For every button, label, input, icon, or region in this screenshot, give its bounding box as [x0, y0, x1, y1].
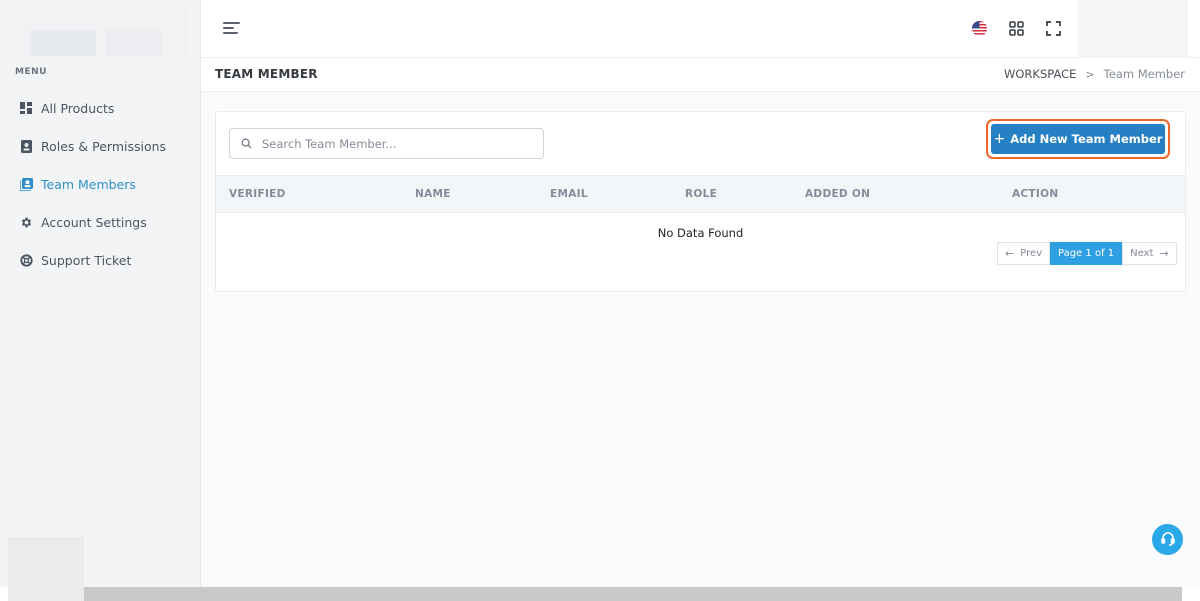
table-header: VERIFIED NAME EMAIL ROLE ADDED ON ACTION — [216, 175, 1185, 213]
sidebar-item-team-members[interactable]: Team Members — [0, 165, 200, 203]
headset-icon — [1160, 530, 1176, 550]
menu-toggle-icon[interactable] — [223, 19, 243, 37]
team-member-card: + Add New Team Member VERIFIED NAME EMAI… — [215, 111, 1186, 292]
sidebar-footer-image — [8, 537, 84, 601]
gear-icon — [19, 215, 33, 229]
breadcrumb-separator: > — [1085, 67, 1095, 81]
support-chat-button[interactable] — [1152, 524, 1183, 555]
search-icon — [241, 134, 252, 153]
prev-page-button[interactable]: ← Prev — [997, 242, 1051, 265]
column-header-action: ACTION — [1012, 188, 1059, 200]
grid-icon — [19, 101, 33, 115]
column-header-name: NAME — [415, 188, 451, 200]
column-header-verified: VERIFIED — [229, 188, 286, 200]
sidebar-item-support-ticket[interactable]: Support Ticket — [0, 241, 200, 279]
arrow-right-icon: → — [1159, 247, 1169, 260]
column-header-email: EMAIL — [550, 188, 588, 200]
sidebar-item-label: Team Members — [41, 176, 136, 192]
pagination: ← Prev Page 1 of 1 Next → — [997, 242, 1177, 265]
sidebar-item-account-settings[interactable]: Account Settings — [0, 203, 200, 241]
logo[interactable] — [10, 8, 188, 60]
column-header-added-on: ADDED ON — [805, 188, 871, 200]
sidebar-item-all-products[interactable]: All Products — [0, 89, 200, 127]
column-header-role: ROLE — [685, 188, 718, 200]
breadcrumb-workspace[interactable]: WORKSPACE — [1004, 67, 1076, 81]
prev-label: Prev — [1020, 248, 1043, 259]
apps-grid-icon[interactable] — [1005, 17, 1027, 39]
sidebar-nav: All Products Roles & Permissions Team Me… — [0, 89, 200, 279]
user-profile-menu[interactable] — [1078, 0, 1188, 58]
id-badge-icon — [19, 139, 33, 153]
horizontal-scrollbar[interactable] — [84, 587, 1182, 601]
breadcrumb: WORKSPACE > Team Member — [1004, 67, 1185, 81]
search-input[interactable] — [262, 136, 522, 151]
lifebuoy-icon — [19, 253, 33, 267]
contact-card-icon — [19, 177, 33, 191]
page-header: TEAM MEMBER WORKSPACE > Team Member — [201, 58, 1200, 92]
page-title: TEAM MEMBER — [215, 67, 318, 81]
current-page-indicator: Page 1 of 1 — [1050, 242, 1123, 265]
add-button-highlight: + Add New Team Member — [986, 119, 1170, 159]
menu-title: MENU — [15, 67, 47, 77]
plus-icon: + — [993, 131, 1006, 147]
sidebar-item-label: Roles & Permissions — [41, 138, 167, 154]
next-page-button[interactable]: Next → — [1122, 242, 1177, 265]
search-field[interactable] — [229, 128, 544, 159]
empty-state-message: No Data Found — [657, 226, 744, 240]
main-content: + Add New Team Member VERIFIED NAME EMAI… — [201, 92, 1200, 587]
add-team-member-button[interactable]: + Add New Team Member — [991, 124, 1165, 154]
sidebar-item-label: All Products — [41, 100, 115, 116]
topbar — [201, 0, 1200, 58]
next-label: Next — [1130, 248, 1154, 259]
breadcrumb-current: Team Member — [1103, 67, 1185, 81]
sidebar-item-label: Support Ticket — [41, 252, 132, 268]
sidebar: MENU All Products Roles & Permissions Te… — [0, 0, 201, 601]
add-team-member-label: Add New Team Member — [1010, 132, 1163, 146]
fullscreen-icon[interactable] — [1042, 17, 1064, 39]
sidebar-item-roles-permissions[interactable]: Roles & Permissions — [0, 127, 200, 165]
us-flag-icon[interactable] — [968, 17, 990, 39]
arrow-left-icon: ← — [1005, 247, 1015, 260]
sidebar-item-label: Account Settings — [41, 214, 147, 230]
